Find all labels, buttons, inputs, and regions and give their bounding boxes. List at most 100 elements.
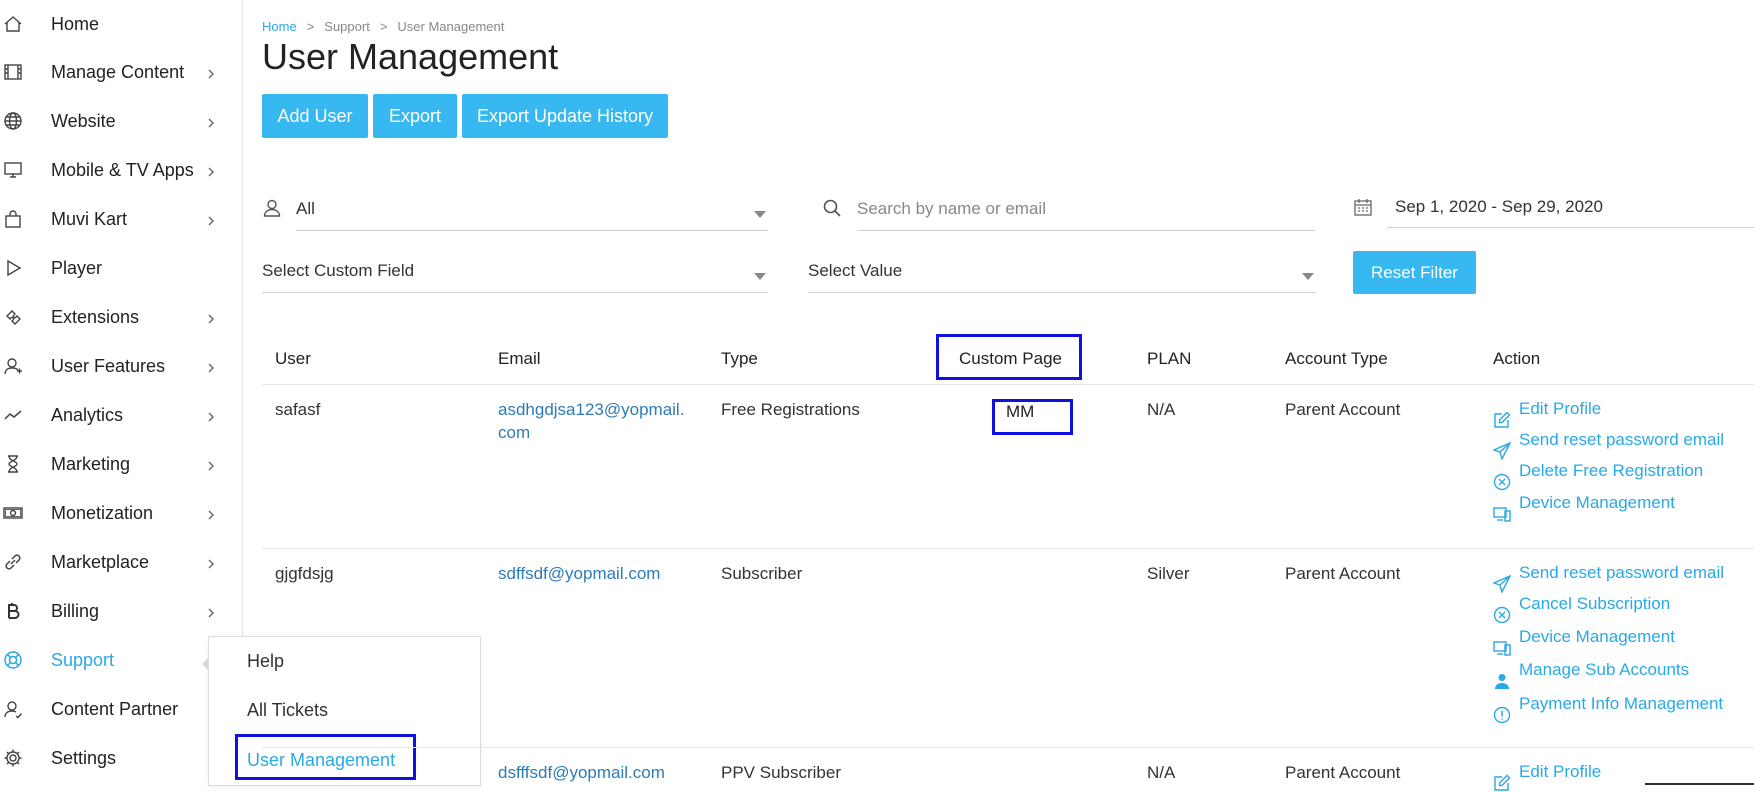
sidebar-item-monetization[interactable]: Monetization bbox=[0, 491, 242, 535]
shopping-bag-icon bbox=[2, 208, 24, 230]
calendar-icon bbox=[1354, 199, 1372, 216]
search-underline bbox=[857, 230, 1315, 231]
cell-type: Subscriber bbox=[721, 564, 803, 583]
cell-account-type: Parent Account bbox=[1285, 763, 1401, 782]
action-label: Manage Sub Accounts bbox=[1519, 660, 1690, 679]
cell-custom-page: MM bbox=[1006, 402, 1035, 421]
sidebar-item-user-features[interactable]: User Features bbox=[0, 344, 242, 388]
cell-plan: N/A bbox=[1147, 400, 1176, 419]
chevron-right-icon bbox=[208, 559, 214, 569]
chevron-right-icon bbox=[208, 118, 214, 128]
sidebar-item-label: Settings bbox=[51, 747, 117, 768]
sidebar-item-muvi-kart[interactable]: Muvi Kart bbox=[0, 197, 242, 241]
breadcrumb-support[interactable]: Support bbox=[324, 19, 370, 34]
send-icon bbox=[1493, 575, 1511, 593]
film-icon bbox=[2, 61, 24, 83]
globe-icon bbox=[2, 110, 24, 132]
sidebar-item-label: Support bbox=[51, 649, 115, 670]
partner-icon bbox=[2, 698, 24, 720]
cell-plan: Silver bbox=[1147, 564, 1190, 583]
sidebar-item-label: Mobile & TV Apps bbox=[51, 159, 194, 180]
monitor-icon bbox=[2, 159, 24, 181]
sidebar-item-content-partner[interactable]: Content Partner bbox=[0, 687, 242, 731]
column-header-action: Action bbox=[1493, 349, 1541, 368]
export-button[interactable]: Export bbox=[373, 94, 457, 138]
sidebar-item-extensions[interactable]: Extensions bbox=[0, 295, 242, 339]
sidebar-item-settings[interactable]: Settings bbox=[0, 736, 242, 780]
column-header-email: Email bbox=[498, 349, 541, 368]
user-icon bbox=[1495, 674, 1509, 689]
link-icon bbox=[2, 551, 24, 573]
search-input[interactable]: Search by name or email bbox=[857, 199, 1046, 219]
devices-icon bbox=[1493, 641, 1511, 656]
cell-email-continued[interactable]: com bbox=[498, 421, 530, 445]
home-icon bbox=[2, 13, 24, 35]
cell-plan: N/A bbox=[1147, 763, 1176, 782]
info-icon bbox=[1493, 706, 1511, 724]
value-select[interactable]: Select Value bbox=[808, 261, 902, 281]
lifebuoy-icon bbox=[2, 649, 24, 671]
scrollbar-thumb[interactable] bbox=[1645, 783, 1754, 785]
search-icon bbox=[823, 199, 841, 217]
cell-type: PPV Subscriber bbox=[721, 763, 841, 782]
flyout-item-help[interactable]: Help bbox=[247, 651, 284, 672]
chevron-right-icon bbox=[208, 216, 214, 226]
breadcrumb-separator: > bbox=[379, 19, 388, 34]
user-type-select[interactable]: All bbox=[296, 199, 315, 219]
cell-email[interactable]: dsfffsdf@yopmail.com bbox=[498, 761, 665, 785]
send-icon bbox=[1493, 442, 1511, 460]
action-label: Device Management bbox=[1519, 627, 1675, 646]
page-title: User Management bbox=[262, 36, 559, 77]
sidebar-item-billing[interactable]: Billing bbox=[0, 589, 242, 633]
date-range-picker[interactable]: Sep 1, 2020 - Sep 29, 2020 bbox=[1395, 197, 1603, 217]
breadcrumb: Home > Support > User Management bbox=[262, 19, 504, 34]
sidebar-item-home[interactable]: Home bbox=[0, 2, 242, 46]
money-icon bbox=[2, 502, 24, 524]
gear-icon bbox=[2, 747, 24, 769]
row-divider bbox=[262, 548, 1754, 549]
sidebar-item-manage-content[interactable]: Manage Content bbox=[0, 50, 242, 94]
sidebar-item-mobile-tv-apps[interactable]: Mobile & TV Apps bbox=[0, 148, 242, 192]
sidebar-item-label: Marketing bbox=[51, 453, 131, 474]
cell-account-type: Parent Account bbox=[1285, 564, 1401, 583]
breadcrumb-home[interactable]: Home bbox=[262, 19, 297, 34]
chevron-right-icon bbox=[208, 314, 214, 324]
breadcrumb-current: User Management bbox=[397, 19, 505, 34]
play-icon bbox=[2, 257, 24, 279]
sidebar-item-label: Manage Content bbox=[51, 61, 185, 82]
cell-email[interactable]: sdffsdf@yopmail.com bbox=[498, 562, 660, 586]
column-header-plan: PLAN bbox=[1147, 349, 1192, 368]
sidebar-item-label: Content Partner bbox=[51, 698, 179, 719]
chevron-right-icon bbox=[208, 510, 214, 520]
cell-email[interactable]: asdhgdjsa123@yopmail. bbox=[498, 398, 684, 422]
action-label: Device Management bbox=[1519, 493, 1675, 512]
user-icon bbox=[263, 199, 281, 217]
sidebar-item-label: Muvi Kart bbox=[51, 208, 128, 229]
column-header-type: Type bbox=[721, 349, 758, 368]
cell-account-type: Parent Account bbox=[1285, 400, 1401, 419]
sidebar-item-label: Billing bbox=[51, 600, 100, 621]
bitcoin-icon bbox=[2, 600, 24, 622]
sidebar-item-analytics[interactable]: Analytics bbox=[0, 393, 242, 437]
reset-filter-button[interactable]: Reset Filter bbox=[1353, 251, 1476, 294]
puzzle-icon bbox=[2, 306, 24, 328]
chevron-right-icon bbox=[208, 412, 214, 422]
add-user-button[interactable]: Add User bbox=[262, 94, 368, 138]
flyout-item-all-tickets[interactable]: All Tickets bbox=[247, 700, 328, 721]
action-label: Edit Profile bbox=[1519, 762, 1602, 781]
sidebar-item-marketplace[interactable]: Marketplace bbox=[0, 540, 242, 584]
custom-field-select[interactable]: Select Custom Field bbox=[262, 261, 414, 281]
sidebar-item-player[interactable]: Player bbox=[0, 246, 242, 290]
chevron-right-icon bbox=[208, 167, 214, 177]
close-circle-icon bbox=[1493, 606, 1511, 624]
action-label: Edit Profile bbox=[1519, 399, 1602, 418]
trend-icon bbox=[2, 404, 24, 426]
action-label: Send reset password email bbox=[1519, 430, 1725, 449]
export-update-history-button[interactable]: Export Update History bbox=[462, 94, 668, 138]
sidebar-item-website[interactable]: Website bbox=[0, 99, 242, 143]
sidebar-item-marketing[interactable]: Marketing bbox=[0, 442, 242, 486]
devices-icon bbox=[1493, 507, 1511, 522]
sidebar-item-label: Monetization bbox=[51, 502, 154, 523]
chevron-right-icon bbox=[208, 363, 214, 373]
column-header-account-type: Account Type bbox=[1285, 349, 1388, 368]
